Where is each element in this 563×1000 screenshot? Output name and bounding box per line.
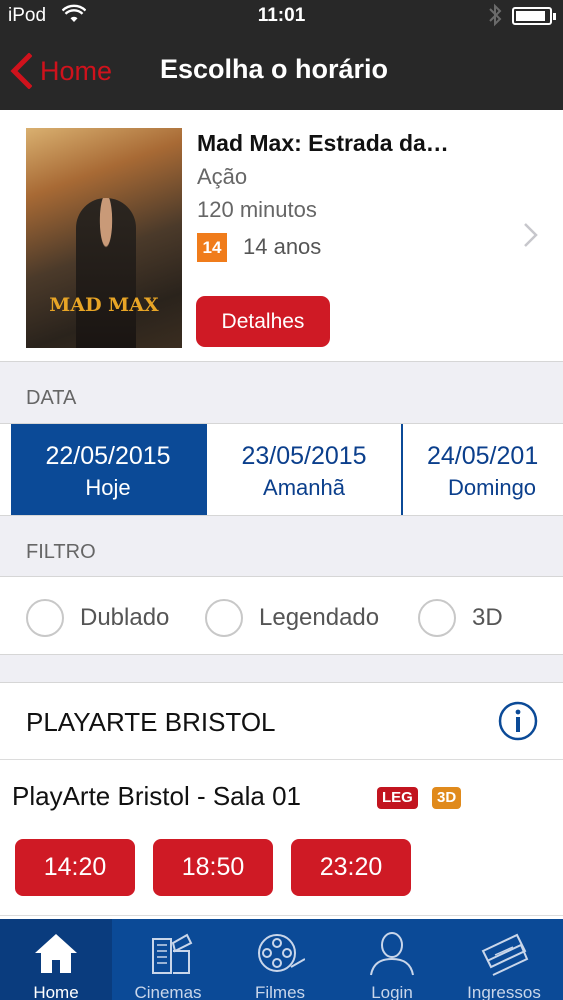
ticket-clapper-icon bbox=[152, 933, 193, 974]
tab-login[interactable]: Login bbox=[336, 919, 448, 1000]
back-button-label: Home bbox=[40, 55, 113, 86]
bluetooth-icon bbox=[488, 3, 502, 33]
showtime-button[interactable]: 23:20 bbox=[291, 839, 411, 896]
tab-label: Filmes bbox=[254, 983, 306, 1000]
filter-label: Legendado bbox=[259, 604, 380, 631]
tab-home[interactable]: Home bbox=[0, 919, 112, 1000]
movie-title: Mad Max: Estrada da… bbox=[197, 130, 449, 156]
poster-figure bbox=[76, 198, 136, 348]
film-reel-icon bbox=[258, 934, 305, 972]
info-icon[interactable] bbox=[498, 701, 538, 741]
date-option-label: Amanhã bbox=[263, 475, 345, 500]
home-icon bbox=[35, 934, 77, 973]
showtime-button[interactable]: 14:20 bbox=[15, 839, 135, 896]
status-bar: iPod 11:01 bbox=[0, 0, 563, 32]
movie-card[interactable]: MAD MAX Mad Max: Estrada da… Ação 120 mi… bbox=[0, 110, 563, 362]
date-option-3[interactable]: 24/05/201 Domingo bbox=[403, 424, 563, 515]
screen: iPod 11:01 Home Escolha o horário MAD MA… bbox=[0, 0, 563, 1000]
filter-label: Dublado bbox=[80, 604, 170, 631]
filter-3d[interactable]: 3D bbox=[418, 599, 503, 637]
radio-button[interactable] bbox=[418, 599, 456, 637]
date-option-date: 22/05/2015 bbox=[45, 442, 171, 470]
3d-tag: 3D bbox=[432, 787, 462, 809]
date-option-2[interactable]: 23/05/2015 Amanhã bbox=[207, 424, 403, 515]
tab-label: Ingressos bbox=[467, 983, 541, 1000]
date-section-header: DATA bbox=[0, 362, 563, 424]
age-rating-text: 14 anos bbox=[243, 234, 322, 259]
filter-options: Dublado Legendado 3D bbox=[0, 577, 563, 655]
date-option-1[interactable]: 22/05/2015 Hoje bbox=[11, 424, 207, 515]
filter-section-header: FILTRO bbox=[0, 515, 563, 577]
room-name: PlayArte Bristol - Sala 01 bbox=[12, 781, 302, 811]
date-option-label: Domingo bbox=[448, 475, 537, 500]
tab-label: Home bbox=[33, 983, 79, 1000]
tickets-icon bbox=[481, 933, 529, 976]
section-spacer bbox=[0, 655, 563, 683]
radio-button[interactable] bbox=[205, 599, 243, 637]
chevron-right-icon bbox=[524, 223, 538, 247]
date-option-date: 23/05/2015 bbox=[241, 442, 367, 470]
cinema-name: PLAYARTE BRISTOL bbox=[26, 707, 276, 737]
page-title: Escolha o horário bbox=[160, 54, 389, 84]
date-option-label: Hoje bbox=[85, 475, 131, 500]
subtitled-tag: LEG bbox=[377, 787, 418, 809]
tab-label: Cinemas bbox=[134, 983, 202, 1000]
chevron-left-icon bbox=[10, 53, 32, 89]
battery-level bbox=[516, 11, 545, 21]
divider bbox=[0, 915, 563, 916]
date-option-date: 24/05/201 bbox=[427, 442, 539, 470]
person-icon bbox=[370, 932, 414, 976]
poster-title: MAD MAX bbox=[49, 294, 159, 316]
tab-filmes[interactable]: Filmes bbox=[224, 919, 336, 1000]
movie-genre: Ação bbox=[197, 164, 248, 189]
tab-ingressos[interactable]: Ingressos bbox=[448, 919, 563, 1000]
movie-duration: 120 minutos bbox=[197, 197, 317, 222]
cinema-block: PLAYARTE BRISTOL PlayArte Bristol - Sala… bbox=[0, 683, 563, 919]
battery-icon bbox=[512, 7, 556, 25]
back-button[interactable]: Home bbox=[10, 48, 112, 94]
showtime-button[interactable]: 18:50 bbox=[153, 839, 273, 896]
age-rating-badge: 14 bbox=[197, 233, 227, 262]
filter-dublado[interactable]: Dublado bbox=[26, 599, 169, 637]
navigation-bar: Home Escolha o horário bbox=[0, 32, 563, 110]
tab-cinemas[interactable]: Cinemas bbox=[112, 919, 224, 1000]
filter-label: 3D bbox=[472, 604, 503, 631]
clock: 11:01 bbox=[257, 5, 306, 26]
radio-button[interactable] bbox=[26, 599, 64, 637]
date-selector: 22/05/2015 Hoje 23/05/2015 Amanhã 24/05/… bbox=[0, 424, 563, 515]
movie-poster: MAD MAX bbox=[26, 128, 182, 348]
tab-label: Login bbox=[371, 983, 413, 1000]
details-button[interactable]: Detalhes bbox=[196, 296, 330, 347]
divider bbox=[0, 759, 563, 760]
tab-bar: Home Cinemas Filmes Login Ingressos bbox=[0, 919, 563, 1000]
filter-legendado[interactable]: Legendado bbox=[205, 599, 379, 637]
